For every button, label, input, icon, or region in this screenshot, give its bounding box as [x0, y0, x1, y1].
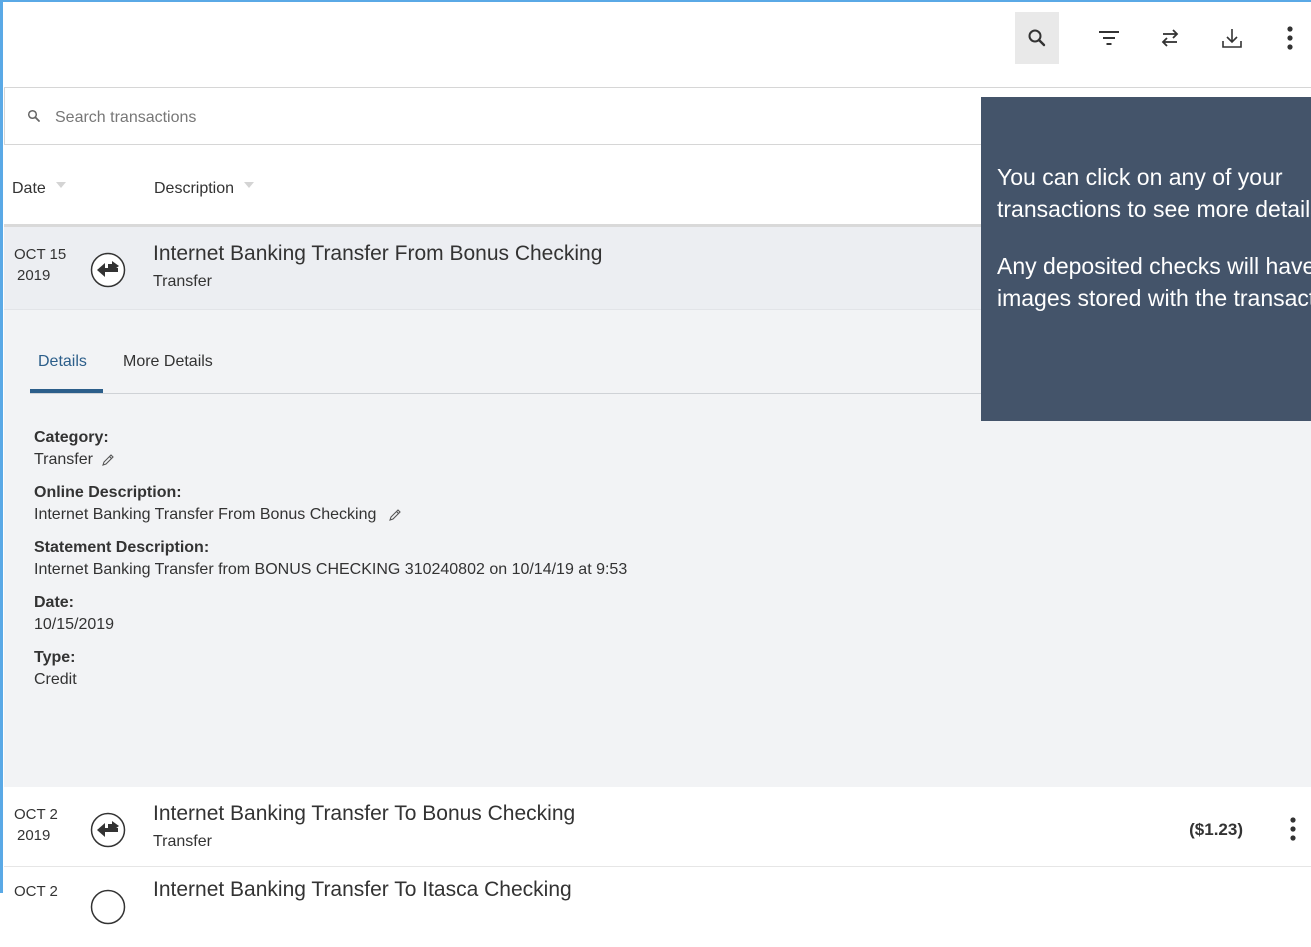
filter-icon: [1099, 31, 1119, 45]
tooltip-line-3: Any deposited checks will have: [997, 253, 1311, 279]
transaction-date: OCT 2: [14, 881, 74, 902]
transfer-arrows-icon: [1161, 29, 1179, 47]
statement-description-label: Statement Description:: [34, 539, 210, 556]
category-label: Category:: [34, 429, 109, 446]
transaction-year: 2019: [17, 827, 51, 844]
transfer-icon: [90, 252, 126, 288]
detail-tabs: Details More Details: [30, 339, 1070, 394]
edit-category-icon[interactable]: [101, 453, 115, 467]
transaction-row[interactable]: OCT 2 Internet Banking Transfer To Itasc…: [4, 867, 1311, 947]
transfer-icon: [90, 812, 126, 848]
statement-description-value: Internet Banking Transfer from BONUS CHE…: [34, 561, 628, 578]
transaction-details: Category: Transfer Online Description: I…: [34, 427, 1034, 702]
date-column-label: Date: [12, 180, 46, 197]
download-icon: [1222, 29, 1242, 48]
search-icon: [27, 109, 40, 122]
more-vertical-icon: [1290, 817, 1296, 841]
search-toggle-button[interactable]: [1015, 12, 1059, 64]
transaction-title: Internet Banking Transfer To Bonus Check…: [153, 802, 576, 825]
transaction-amount: ($1.23): [1189, 820, 1243, 839]
online-description-value-row: Internet Banking Transfer From Bonus Che…: [34, 504, 1034, 526]
search-input[interactable]: [53, 102, 957, 134]
transaction-month-day: OCT 2: [14, 883, 58, 900]
transactions-toolbar: [0, 0, 1311, 87]
transaction-month-day: OCT 15: [14, 246, 67, 263]
transaction-category: Transfer: [153, 833, 212, 850]
description-column-label: Description: [154, 180, 235, 197]
tooltip-line-4: images stored with the transaction.: [997, 285, 1311, 311]
transaction-title: Internet Banking Transfer To Itasca Chec…: [153, 878, 572, 901]
sort-caret-icon: [244, 182, 255, 188]
more-vertical-icon: [1287, 26, 1293, 50]
transaction-date: OCT 15 2019: [14, 244, 74, 286]
transaction-row[interactable]: OCT 2 2019 Internet Banking Transfer To …: [4, 787, 1311, 867]
tab-details[interactable]: Details: [38, 353, 87, 385]
search-icon: [1028, 29, 1046, 47]
date-column-header[interactable]: Date: [12, 180, 66, 198]
transaction-month-day: OCT 2: [14, 806, 58, 823]
type-label: Type:: [34, 649, 76, 666]
tab-more-details[interactable]: More Details: [123, 353, 213, 385]
category-value: Transfer: [34, 451, 93, 468]
transaction-date: OCT 2 2019: [14, 804, 74, 846]
online-description-label: Online Description:: [34, 484, 182, 501]
help-tooltip: You can click on any of your transaction…: [981, 97, 1311, 421]
active-tab-indicator: [30, 389, 103, 393]
date-label: Date:: [34, 594, 75, 611]
filter-button[interactable]: [1087, 12, 1131, 64]
more-options-button[interactable]: [1270, 12, 1310, 64]
transaction-title: Internet Banking Transfer From Bonus Che…: [153, 242, 603, 265]
online-description-value: Internet Banking Transfer From Bonus Che…: [34, 506, 377, 523]
transfer-button[interactable]: [1148, 12, 1192, 64]
tooltip-line-1: You can click on any of your: [997, 164, 1283, 190]
tooltip-line-2: transactions to see more details.: [997, 196, 1311, 222]
transfer-icon: [90, 889, 126, 925]
description-column-header[interactable]: Description: [154, 180, 255, 198]
edit-description-icon[interactable]: [388, 508, 402, 522]
transaction-year: 2019: [17, 267, 51, 284]
type-value: Credit: [34, 671, 77, 688]
category-value-row: Transfer: [34, 449, 1034, 471]
date-value: 10/15/2019: [34, 616, 115, 633]
sort-caret-icon: [55, 182, 66, 188]
download-button[interactable]: [1210, 12, 1254, 64]
transaction-menu-button[interactable]: [1281, 809, 1305, 849]
transaction-category: Transfer: [153, 273, 212, 290]
